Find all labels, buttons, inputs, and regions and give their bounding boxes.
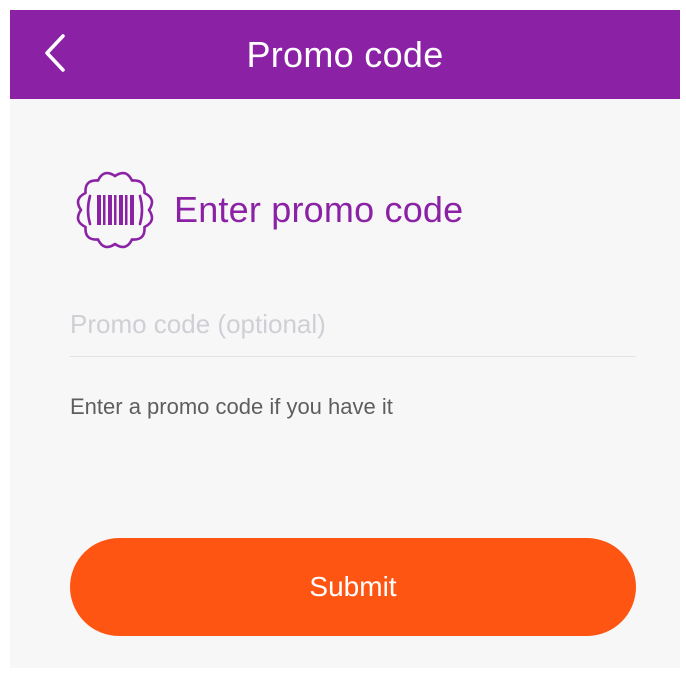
- helper-text: Enter a promo code if you have it: [70, 394, 393, 419]
- promo-code-input[interactable]: [70, 302, 636, 346]
- promo-heading-text: Enter promo code: [174, 189, 464, 230]
- back-button[interactable]: [32, 30, 78, 76]
- promo-code-field: [70, 302, 636, 357]
- page-title: Promo code: [246, 33, 444, 75]
- promo-heading: Enter promo code: [70, 166, 463, 254]
- navigation-bar: Promo code: [10, 10, 680, 99]
- submit-button[interactable]: Submit: [70, 538, 636, 636]
- chevron-left-icon: [45, 34, 65, 72]
- promo-code-screen: Promo code Enter promo code Enter a prom…: [10, 10, 680, 668]
- barcode-badge-icon: [76, 171, 154, 249]
